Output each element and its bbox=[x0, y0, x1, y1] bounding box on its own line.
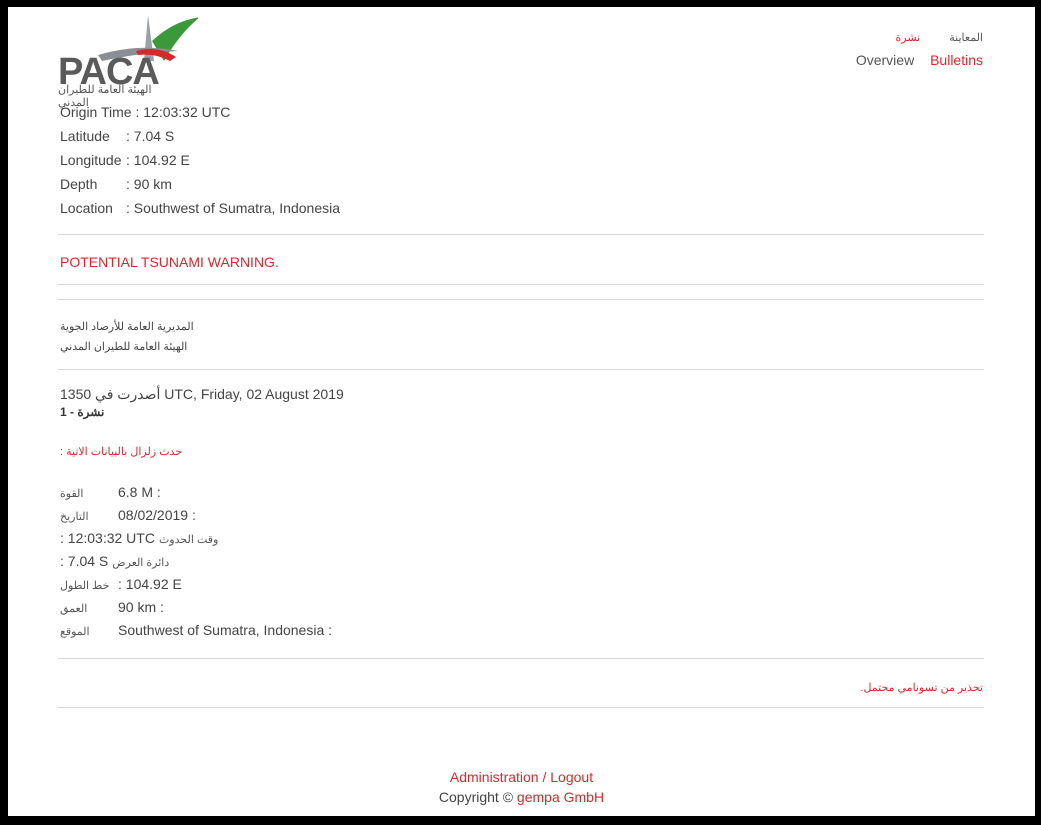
origin-time-label: Origin Time bbox=[60, 104, 132, 120]
magnitude-label-ar: القوة bbox=[60, 488, 84, 500]
org-name-ar-1: المديرية العامة للأرصاد الجوية bbox=[60, 321, 194, 333]
bulletin-number: نشرة - 1 bbox=[60, 405, 105, 419]
latitude-row-ar: : 7.04 S دائرة العرض bbox=[60, 553, 169, 569]
paca-logo[interactable]: PACA الهيئة العامة للطيران المدني bbox=[58, 11, 238, 109]
time-label-ar: وقت الحدوث bbox=[158, 534, 219, 546]
footer-copyright: Copyright © gempa GmbH bbox=[8, 789, 1035, 805]
latitude-row: Latitude : 7.04 S bbox=[60, 128, 174, 144]
divider bbox=[58, 658, 984, 659]
location-value-ar: Southwest of Sumatra, Indonesia : bbox=[118, 622, 333, 638]
longitude-label: Longitude bbox=[60, 152, 122, 168]
time-row-ar: : 12:03:32 UTC وقت الحدوث bbox=[60, 530, 218, 546]
copyright-text: Copyright © bbox=[438, 789, 517, 805]
location-value: : Southwest of Sumatra, Indonesia bbox=[126, 200, 341, 216]
nav-overview-ar[interactable]: المعاينة bbox=[949, 32, 983, 44]
nav-english: Overview Bulletins bbox=[844, 52, 983, 68]
issued-line: أصدرت في 1350 UTC, Friday, 02 August 201… bbox=[60, 386, 344, 403]
longitude-value: : 104.92 E bbox=[126, 152, 190, 168]
origin-time-value: : 12:03:32 UTC bbox=[135, 104, 231, 120]
latitude-value: : 7.04 S bbox=[126, 128, 175, 144]
longitude-label-ar: خط الطول bbox=[60, 580, 110, 592]
latitude-label-ar: دائرة العرض bbox=[112, 557, 170, 569]
footer-links: Administration / Logout bbox=[8, 769, 1035, 785]
location-row-ar: الموقع Southwest of Sumatra, Indonesia : bbox=[60, 622, 332, 638]
date-value-ar: 08/02/2019 : bbox=[118, 507, 196, 523]
divider bbox=[58, 234, 984, 235]
org-name-ar-2: الهيئة العامة للطيران المدني bbox=[60, 341, 188, 353]
quake-title-ar: : حدث زلزال بالبيانات الاتية bbox=[60, 446, 183, 458]
latitude-value-ar: : 7.04 S bbox=[60, 553, 109, 569]
administration-link[interactable]: Administration bbox=[450, 769, 539, 785]
divider bbox=[58, 707, 984, 708]
origin-time-row: Origin Time : 12:03:32 UTC bbox=[60, 104, 230, 120]
page: PACA الهيئة العامة للطيران المدني المعاي… bbox=[8, 7, 1035, 816]
longitude-row: Longitude: 104.92 E bbox=[60, 152, 190, 168]
depth-row-ar: العمق 90 km : bbox=[60, 599, 164, 615]
depth-value: : 90 km bbox=[126, 176, 172, 192]
tsunami-warning-ar: .تحذير من تسونامي محتمل bbox=[860, 682, 983, 694]
top-nav: المعاينة نشرة Overview Bulletins bbox=[844, 31, 983, 68]
magnitude-row-ar: القوة 6.8 M : bbox=[60, 484, 161, 500]
depth-label-ar: العمق bbox=[60, 603, 88, 615]
footer-separator: / bbox=[538, 769, 551, 785]
magnitude-value-ar: 6.8 M : bbox=[118, 484, 161, 500]
divider bbox=[58, 369, 984, 370]
latitude-label: Latitude bbox=[60, 128, 110, 144]
nav-overview[interactable]: Overview bbox=[856, 52, 914, 68]
nav-bulletins-ar[interactable]: نشرة bbox=[896, 32, 921, 44]
location-label: Location bbox=[60, 200, 113, 216]
depth-value-ar: 90 km : bbox=[118, 599, 164, 615]
longitude-row-ar: خط الطول : 104.92 E bbox=[60, 576, 182, 592]
depth-label: Depth bbox=[60, 176, 98, 192]
nav-arabic: المعاينة نشرة bbox=[844, 31, 984, 44]
nav-bulletins[interactable]: Bulletins bbox=[930, 52, 983, 68]
logout-link[interactable]: Logout bbox=[550, 769, 593, 785]
divider bbox=[58, 284, 984, 285]
time-value-ar: : 12:03:32 UTC bbox=[60, 530, 155, 546]
depth-row: Depth : 90 km bbox=[60, 176, 172, 192]
location-row: Location : Southwest of Sumatra, Indonesi… bbox=[60, 200, 340, 216]
location-label-ar: الموقع bbox=[60, 626, 90, 638]
company-link[interactable]: gempa GmbH bbox=[517, 789, 604, 805]
date-label-ar: التاريخ bbox=[60, 511, 89, 523]
divider bbox=[58, 299, 984, 300]
issued-prefix-ar: أصدرت في bbox=[95, 386, 161, 402]
longitude-value-ar: : 104.92 E bbox=[118, 576, 182, 592]
tsunami-warning-en: POTENTIAL TSUNAMI WARNING. bbox=[60, 254, 279, 270]
date-row-ar: التاريخ 08/02/2019 : bbox=[60, 507, 196, 523]
